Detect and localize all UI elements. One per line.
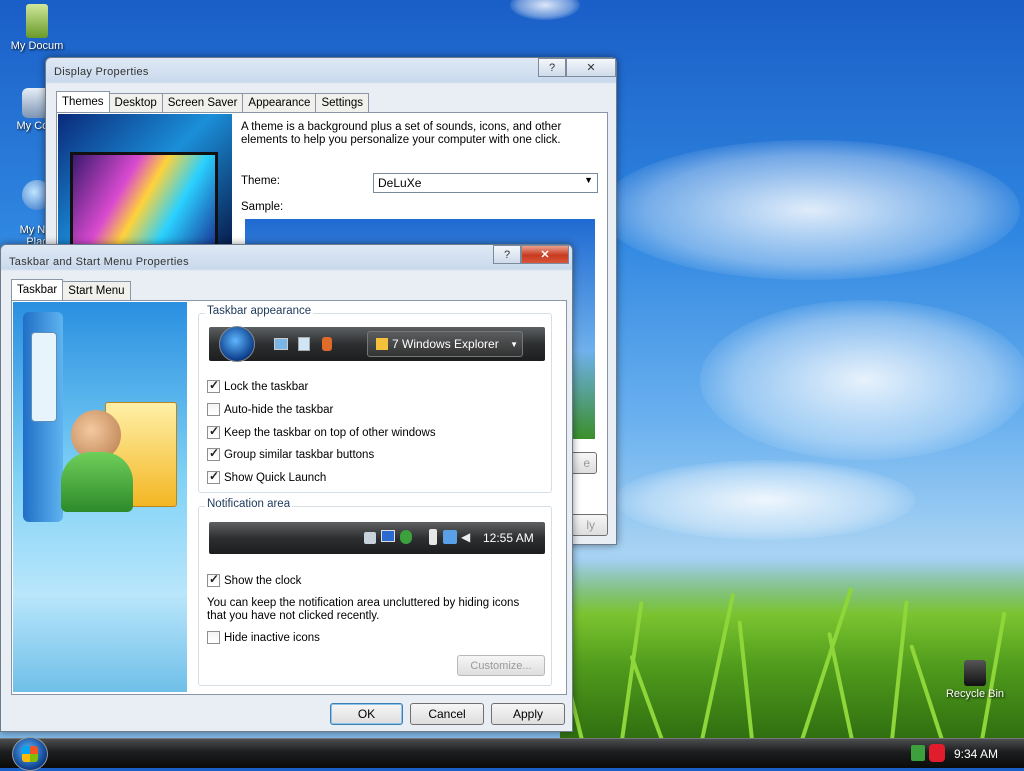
taskbar-appearance-group: Taskbar appearance 7 Windows Explorer ▼ … [198, 305, 552, 493]
hide-inactive-checkbox[interactable]: Hide inactive icons [207, 631, 320, 644]
chevron-down-icon: ▼ [510, 339, 518, 349]
help-button[interactable]: ? [493, 245, 521, 264]
checkbox-label: Hide inactive icons [224, 631, 320, 644]
grass-field [553, 560, 1024, 741]
tab-themes[interactable]: Themes [56, 91, 110, 112]
checkbox-label: Auto-hide the taskbar [224, 403, 334, 416]
checkbox-icon [207, 469, 220, 484]
help-button[interactable]: ? [538, 58, 566, 77]
desktop-icon-label: My Docum [10, 40, 64, 52]
tab-screen-saver[interactable]: Screen Saver [161, 93, 244, 112]
checkbox-icon [207, 572, 220, 587]
desktop-icon-my-documents[interactable]: My Docum [0, 4, 74, 52]
notification-preview: ◀ 12:55 AM [209, 522, 545, 554]
start-button[interactable] [12, 737, 48, 771]
auto-hide-checkbox[interactable]: Auto-hide the taskbar [207, 403, 333, 416]
contact-card-icon [31, 332, 57, 422]
desktop-icon-recycle-bin[interactable]: Recycle Bin [938, 660, 1012, 700]
tab-start-menu[interactable]: Start Menu [62, 281, 131, 300]
battery-icon [429, 529, 437, 545]
theme-preview-image [58, 114, 232, 249]
browser-icon [322, 337, 332, 351]
tab-taskbar[interactable]: Taskbar [11, 279, 64, 300]
cloud [700, 300, 1024, 460]
windows-logo-icon [22, 746, 38, 762]
lock-taskbar-checkbox[interactable]: Lock the taskbar [207, 378, 309, 393]
tab-bar: Themes Desktop Screen Saver Appearance S… [56, 91, 370, 112]
window-title: Display Properties [54, 66, 149, 78]
checkbox-icon [207, 631, 220, 644]
recycle-bin-folder-icon [26, 4, 48, 38]
checkbox-icon [207, 446, 220, 461]
checkbox-label: Show the clock [224, 574, 302, 587]
theme-description: A theme is a background plus a set of so… [241, 121, 562, 146]
network-icon [443, 530, 457, 544]
theme-monitor-icon [70, 152, 218, 247]
customize-button[interactable]: Customize... [457, 655, 545, 676]
tab-settings[interactable]: Settings [315, 93, 370, 112]
preview-button-label: 7 Windows Explorer [392, 337, 499, 351]
taskbar-panel: Taskbar appearance 7 Windows Explorer ▼ … [11, 300, 567, 695]
checkbox-icon [207, 378, 220, 393]
show-desktop-icon [274, 338, 288, 350]
cancel-button[interactable]: Cancel [410, 703, 484, 725]
security-tray-icon[interactable] [911, 745, 925, 761]
checkbox-label: Group similar taskbar buttons [224, 448, 375, 461]
media-icon [298, 337, 310, 351]
ok-button[interactable]: OK [330, 703, 403, 725]
theme-select-value: DeLuXe [378, 176, 422, 190]
volume-icon: ◀ [461, 530, 471, 544]
recycle-bin-icon [964, 660, 986, 686]
quick-launch-checkbox[interactable]: Show Quick Launch [207, 469, 327, 484]
checkbox-icon [207, 403, 220, 416]
group-buttons-checkbox[interactable]: Group similar taskbar buttons [207, 446, 375, 461]
tray-app-icon[interactable] [929, 744, 945, 762]
tab-bar: Taskbar Start Menu [11, 279, 131, 300]
preview-clock: 12:55 AM [483, 531, 534, 545]
cloud [510, 0, 580, 20]
keep-on-top-checkbox[interactable]: Keep the taskbar on top of other windows [207, 424, 436, 439]
folder-icon [376, 338, 388, 350]
notification-area-group: Notification area ◀ 12:55 AM Show the cl… [198, 498, 552, 686]
taskbar-properties-window: Taskbar and Start Menu Properties ? ✕ Ta… [0, 244, 573, 732]
desktop-icon-label: Recycle Bin [945, 688, 1005, 700]
window-title: Taskbar and Start Menu Properties [9, 256, 189, 268]
preview-taskbar-button: 7 Windows Explorer ▼ [367, 331, 523, 357]
start-orb-icon [219, 326, 255, 362]
close-button[interactable]: ✕ [521, 245, 569, 264]
theme-select[interactable]: DeLuXe ▼ [373, 173, 598, 193]
user-body-icon [61, 452, 133, 512]
hint-text: You can keep the notification area unclu… [207, 597, 520, 622]
security-icon [400, 530, 412, 544]
taskbar-preview: 7 Windows Explorer ▼ [209, 326, 545, 362]
group-label: Notification area [205, 498, 293, 510]
apply-button[interactable]: Apply [491, 703, 565, 725]
checkbox-label: Keep the taskbar on top of other windows [224, 426, 436, 439]
cloud [615, 460, 915, 540]
chevron-down-icon: ▼ [584, 175, 593, 185]
taskbar: 9:34 AM [0, 737, 1024, 771]
taskbar-illustration [13, 302, 187, 692]
show-clock-checkbox[interactable]: Show the clock [207, 572, 302, 587]
checkbox-label: Lock the taskbar [224, 380, 309, 393]
tab-desktop[interactable]: Desktop [108, 93, 163, 112]
group-label: Taskbar appearance [205, 305, 314, 317]
taskbar-clock[interactable]: 9:34 AM [954, 747, 998, 761]
monitor-icon [381, 530, 395, 542]
network-error-icon [364, 532, 376, 544]
theme-label: Theme: [241, 175, 280, 187]
checkbox-label: Show Quick Launch [224, 471, 327, 484]
sample-label: Sample: [241, 201, 284, 213]
close-button[interactable]: ✕ [566, 58, 616, 77]
tab-appearance[interactable]: Appearance [242, 93, 317, 112]
cloud [600, 140, 1020, 280]
checkbox-icon [207, 424, 220, 439]
